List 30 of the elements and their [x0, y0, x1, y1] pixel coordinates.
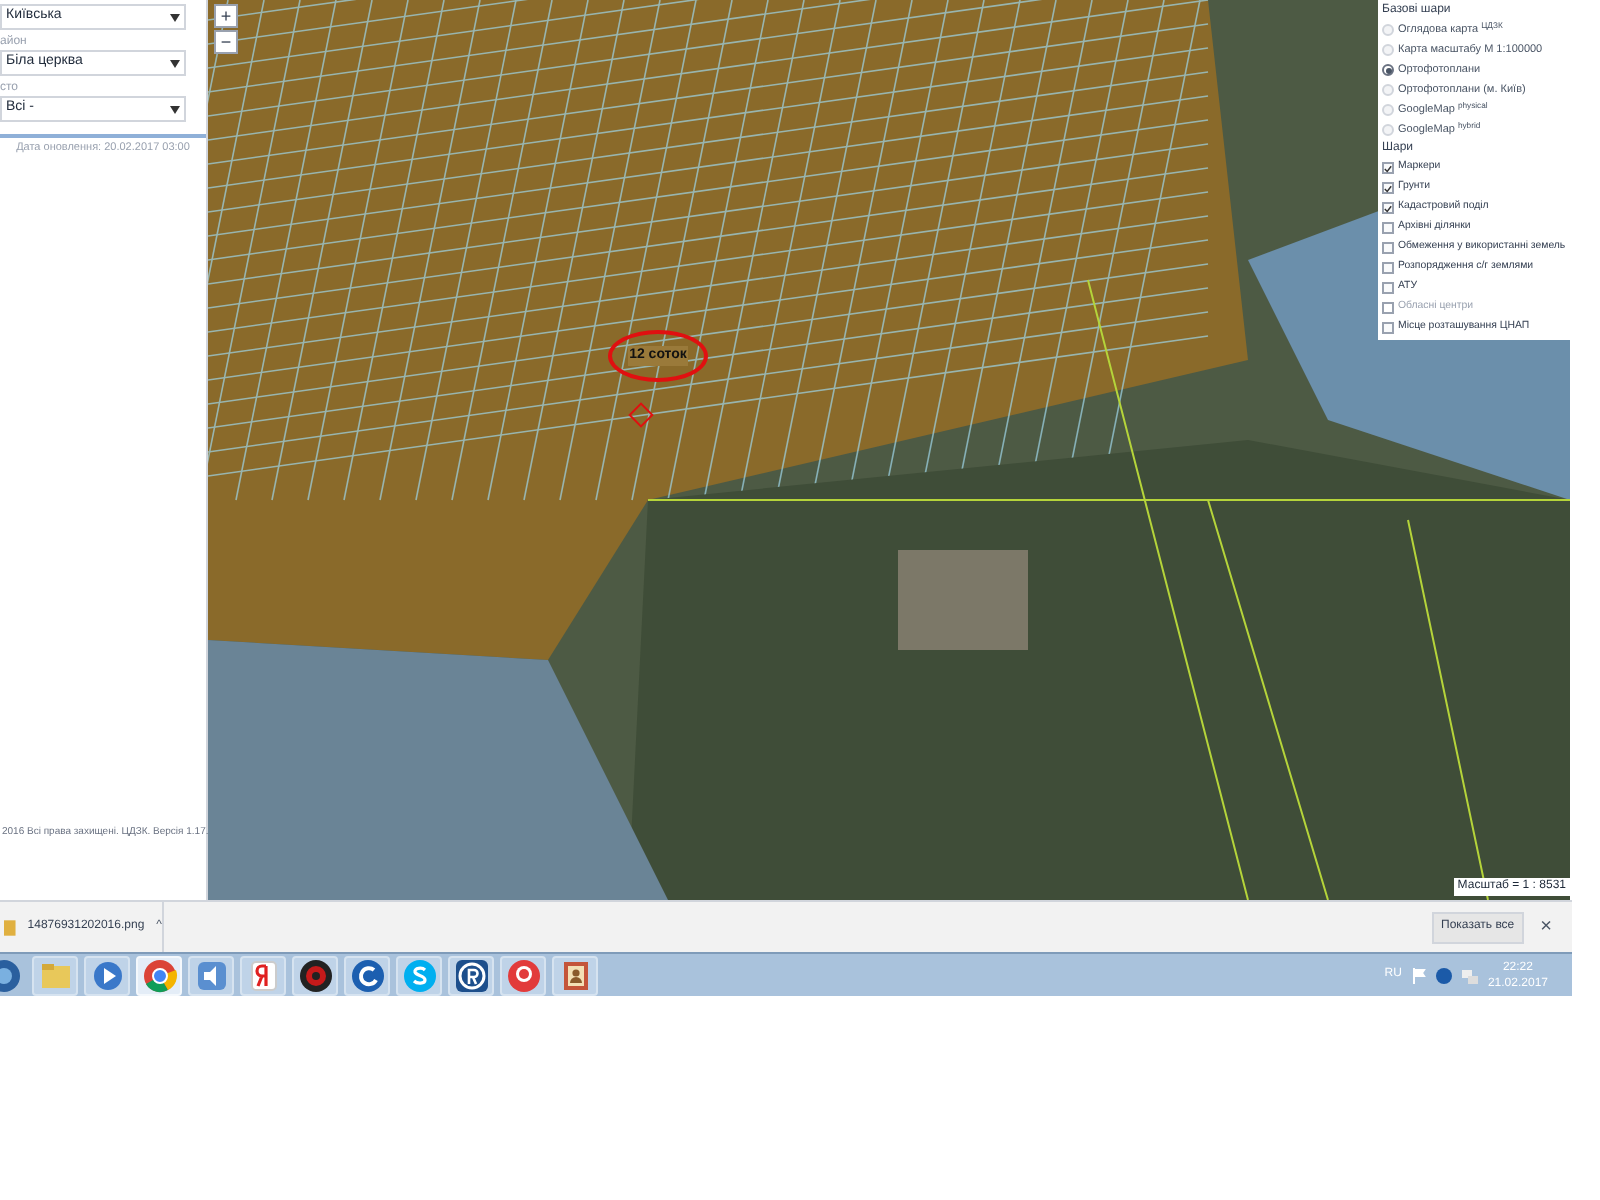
swirl-icon — [349, 957, 385, 993]
record-icon — [505, 957, 541, 993]
checkbox[interactable] — [1382, 182, 1394, 194]
browser-icon — [245, 957, 281, 993]
taskbar-app-button[interactable] — [448, 955, 494, 995]
speaker-icon — [193, 957, 229, 993]
flag-icon[interactable] — [1411, 967, 1426, 983]
checkbox[interactable] — [1382, 242, 1394, 254]
checkbox[interactable] — [1382, 222, 1394, 234]
checkbox[interactable] — [1382, 282, 1394, 294]
radio-button[interactable] — [1382, 64, 1394, 76]
chat-icon — [401, 957, 437, 993]
zoom-out-button[interactable]: − — [214, 30, 238, 54]
close-button[interactable]: × — [1540, 912, 1552, 942]
checkbox[interactable] — [1382, 202, 1394, 214]
start-orb-icon[interactable] — [0, 957, 24, 993]
dropdown-caret-icon — [170, 59, 180, 67]
parcel-marker — [628, 402, 654, 428]
checkbox[interactable] — [1382, 162, 1394, 174]
checkbox[interactable] — [1382, 322, 1394, 334]
zoom-in-button[interactable]: + — [214, 4, 238, 28]
circle-r-icon — [453, 957, 489, 993]
taskbar-app-button[interactable] — [292, 955, 338, 995]
taskbar-app-button[interactable] — [344, 955, 390, 995]
file-icon — [4, 919, 16, 935]
dropdown-caret-icon — [170, 105, 180, 113]
browser-icon — [141, 957, 177, 993]
dropdown-caret-icon — [170, 13, 180, 21]
checkbox[interactable] — [1382, 262, 1394, 274]
media-player-icon — [89, 957, 125, 993]
